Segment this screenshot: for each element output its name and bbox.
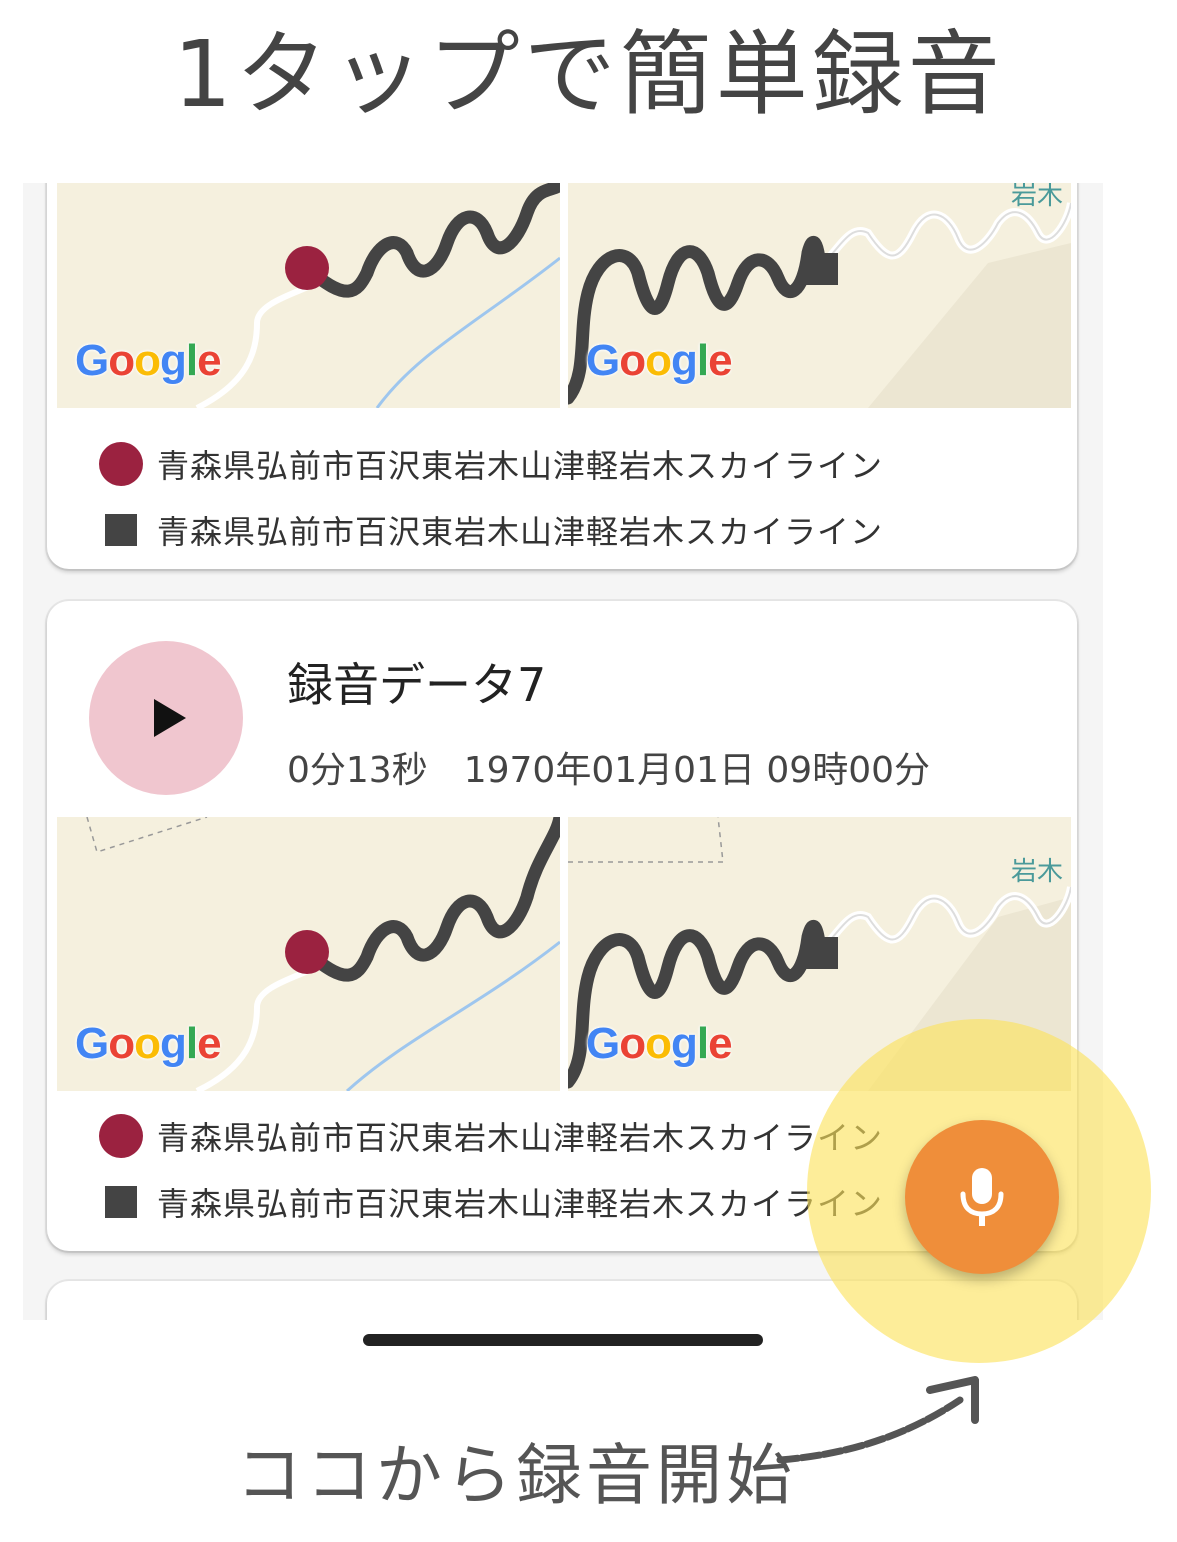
start-location-text: 青森県弘前市百沢東岩木山津軽岩木スカイライン xyxy=(157,1119,884,1157)
google-logo: Google xyxy=(75,1019,222,1068)
microphone-icon xyxy=(960,1168,1004,1226)
end-marker xyxy=(806,937,838,969)
end-marker-icon xyxy=(105,1186,137,1218)
map-thumbnails: Google Google 岩木 xyxy=(57,183,1071,408)
google-logo: Google xyxy=(586,1019,733,1068)
start-marker xyxy=(285,246,329,290)
start-location-text: 青森県弘前市百沢東岩木山津軽岩木スカイライン xyxy=(157,447,884,485)
play-icon xyxy=(154,699,186,737)
end-marker-icon xyxy=(105,514,137,546)
end-location-text: 青森県弘前市百沢東岩木山津軽岩木スカイライン xyxy=(157,513,884,551)
end-map[interactable]: Google 岩木 xyxy=(568,183,1071,408)
start-map[interactable]: Google xyxy=(57,817,560,1091)
end-location-row: 青森県弘前市百沢東岩木山津軽岩木スカイライン xyxy=(99,507,883,553)
play-button[interactable] xyxy=(89,641,243,795)
end-marker xyxy=(806,253,838,285)
recording-title: 録音データ7 xyxy=(287,658,547,712)
start-marker-icon xyxy=(99,442,143,486)
map-place-label: 岩木 xyxy=(1010,183,1063,211)
recording-meta: 0分13秒 1970年01月01日 09時00分 xyxy=(287,750,931,791)
end-location-text: 青森県弘前市百沢東岩木山津軽岩木スカイライン xyxy=(157,1185,884,1223)
record-button[interactable] xyxy=(905,1120,1059,1274)
recording-card-previous[interactable]: Google Google 岩木 青森県弘前市百沢東岩木山津軽岩木スカイライン … xyxy=(47,183,1077,569)
start-location-row: 青森県弘前市百沢東岩木山津軽岩木スカイライン xyxy=(99,1113,883,1159)
pointer-arrow xyxy=(776,1376,979,1464)
start-location-row: 青森県弘前市百沢東岩木山津軽岩木スカイライン xyxy=(99,441,883,487)
start-marker-icon xyxy=(99,1114,143,1158)
map-place-label: 岩木 xyxy=(1010,857,1063,887)
headline: 1タップで簡単録音 xyxy=(173,21,1004,128)
home-indicator[interactable] xyxy=(363,1334,763,1346)
start-map[interactable]: Google xyxy=(57,183,560,408)
start-marker xyxy=(285,930,329,974)
end-location-row: 青森県弘前市百沢東岩木山津軽岩木スカイライン xyxy=(99,1179,883,1225)
caption-text: ココから録音開始 xyxy=(236,1437,796,1514)
google-logo: Google xyxy=(586,336,733,385)
google-logo: Google xyxy=(75,336,222,385)
